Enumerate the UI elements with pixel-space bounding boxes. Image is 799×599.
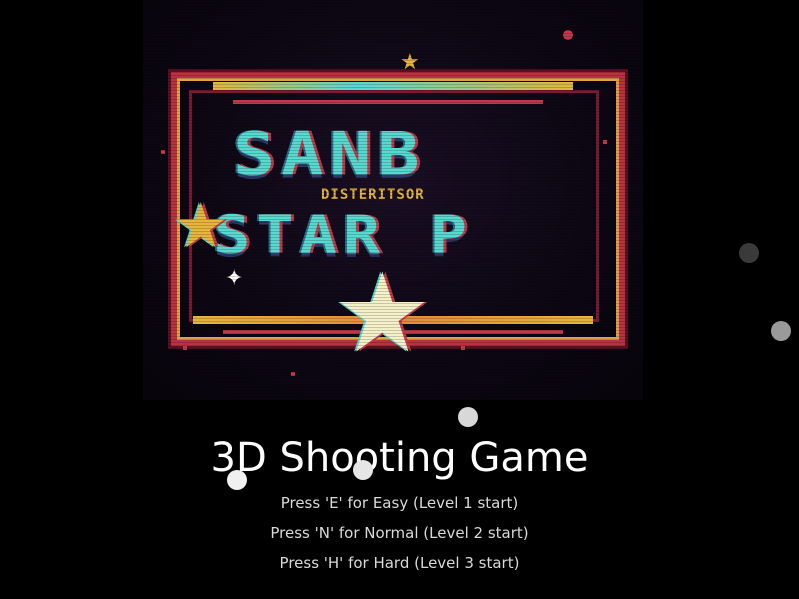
particle <box>771 321 791 341</box>
logo-star-icon-small: ✦ <box>225 266 244 291</box>
title-art-logo: SANB DISTERITSOR STAR P ★ ★ ★ ✦ <box>143 0 643 400</box>
spark <box>183 346 187 350</box>
difficulty-option-normal: Press 'N' for Normal (Level 2 start) <box>270 524 529 542</box>
logo-tagline: DISTERITSOR <box>321 187 425 203</box>
logo-star-icon-large: ★ <box>333 249 432 377</box>
difficulty-option-hard: Press 'H' for Hard (Level 3 start) <box>279 554 520 572</box>
logo-star-icon-top: ★ <box>400 50 420 75</box>
logo-bar-top <box>213 82 573 90</box>
difficulty-option-easy: Press 'E' for Easy (Level 1 start) <box>280 494 519 512</box>
game-screen: SANB DISTERITSOR STAR P ★ ★ ★ ✦ 3D Shoot… <box>0 0 799 599</box>
spark <box>161 150 165 154</box>
spark <box>563 30 573 40</box>
spark <box>603 140 607 144</box>
spark <box>461 346 465 350</box>
particle <box>353 460 373 480</box>
game-title: 3D Shooting Game <box>210 435 589 481</box>
logo-star-icon-left: ★ <box>173 189 229 262</box>
particle <box>458 407 478 427</box>
particle <box>739 243 759 263</box>
logo-word-1: SANB <box>233 119 426 189</box>
logo-bar-top-2 <box>233 100 543 104</box>
spark <box>291 372 295 376</box>
particle <box>227 470 247 490</box>
